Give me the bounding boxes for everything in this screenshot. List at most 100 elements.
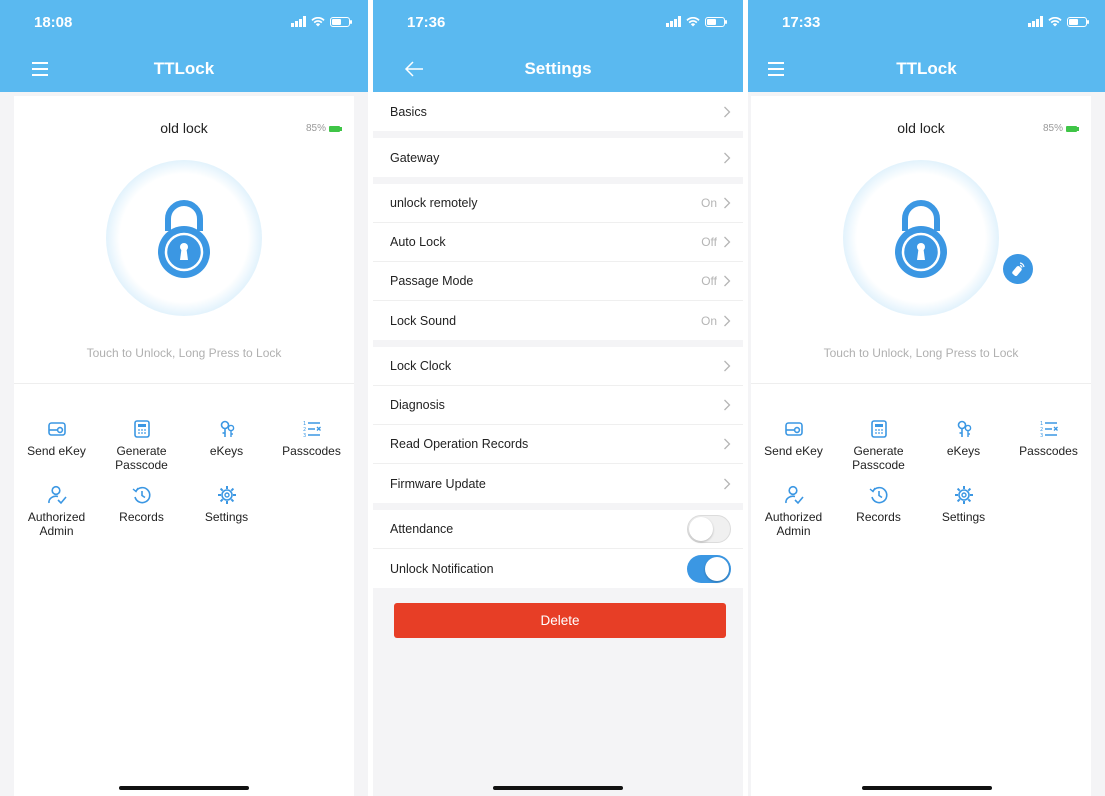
home-indicator[interactable] [119, 786, 249, 790]
send-ekey-label: Send eKey [27, 444, 86, 458]
status-time: 17:36 [407, 14, 446, 31]
setting-label: Auto Lock [390, 235, 446, 249]
chevron-right-icon [724, 197, 731, 209]
setting-row-gateway[interactable]: Gateway [373, 138, 743, 177]
passcodes-button[interactable]: 123 Passcodes [269, 418, 354, 472]
setting-label: unlock remotely [390, 196, 478, 210]
status-bar: 17:33 [748, 0, 1105, 46]
lock-battery-percent: 85% [305, 123, 326, 134]
status-bar: 18:08 [0, 0, 368, 46]
wifi-icon [1048, 16, 1062, 26]
lock-card: old lock 85% Touch to Unlock, Long Press… [751, 96, 1091, 796]
ekeys-label: eKeys [209, 444, 244, 458]
home-indicator[interactable] [493, 786, 623, 790]
setting-row-unlock-notification: Unlock Notification [373, 549, 743, 588]
settings-group-lock-behavior: unlock remotely On Auto Lock Off Passage… [373, 184, 743, 340]
phone-screen-home-2: 17:33 TTLock old lock 85% Touch to Unloc… [748, 0, 1105, 796]
setting-row-lock-clock[interactable]: Lock Clock [373, 347, 743, 386]
app-bar: TTLock [748, 46, 1105, 92]
setting-label: Read Operation Records [390, 437, 529, 451]
app-title: TTLock [896, 59, 957, 78]
settings-list: Basics Gateway unlock remotely On Auto L… [373, 92, 743, 638]
ekeys-button[interactable]: eKeys [184, 418, 269, 472]
lock-button[interactable] [106, 160, 262, 316]
setting-value: Off [701, 274, 717, 288]
lock-name: old lock [160, 120, 208, 136]
setting-row-firmware-update[interactable]: Firmware Update [373, 464, 743, 503]
passcodes-label: Passcodes [1019, 444, 1078, 458]
lock-button[interactable] [843, 160, 1033, 316]
settings-group-basics: Basics [373, 92, 743, 131]
chevron-right-icon [724, 399, 731, 411]
records-button[interactable]: Records [99, 484, 184, 538]
ekeys-button[interactable]: eKeys [921, 418, 1006, 472]
passcodes-button[interactable]: 123 Passcodes [1006, 418, 1091, 472]
phone-screen-settings: 17:36 Settings Basics Gateway unlock rem… [373, 0, 743, 796]
authorized-admin-button[interactable]: Authorized Admin [751, 484, 836, 538]
setting-row-diagnosis[interactable]: Diagnosis [373, 386, 743, 425]
chevron-right-icon [724, 106, 731, 117]
ekeys-icon [957, 420, 971, 437]
key-fob-icon [1012, 262, 1025, 276]
authorized-admin-button[interactable]: Authorized Admin [14, 484, 99, 538]
signal-icon [1028, 16, 1043, 27]
authorized-admin-icon [784, 485, 804, 505]
passcodes-label: Passcodes [282, 444, 341, 458]
authorized-admin-icon [47, 485, 67, 505]
svg-text:3: 3 [303, 433, 306, 439]
feature-grid: Send eKey Generate Passcode eKeys 123 Pa… [14, 418, 354, 538]
settings-gear-icon [217, 486, 236, 504]
setting-label: Lock Clock [390, 359, 452, 373]
chevron-right-icon [724, 315, 731, 326]
unlock-notification-toggle[interactable] [687, 554, 731, 583]
send-ekey-button[interactable]: Send eKey [14, 418, 99, 472]
attendance-toggle[interactable] [687, 515, 731, 543]
lock-battery-percent: 85% [1042, 123, 1063, 134]
passcodes-icon: 123 [303, 421, 321, 439]
settings-gear-icon [954, 486, 973, 504]
records-icon [869, 486, 887, 504]
status-time: 17:33 [782, 14, 821, 31]
system-icons [291, 16, 352, 27]
settings-button[interactable]: Settings [921, 484, 1006, 538]
battery-status-icon [1067, 16, 1089, 27]
authorized-admin-label: Authorized Admin [764, 510, 823, 538]
wifi-icon [311, 16, 325, 26]
settings-label: Settings [941, 510, 986, 524]
settings-button[interactable]: Settings [184, 484, 269, 538]
lock-battery: 85% [1042, 123, 1079, 134]
delete-button[interactable]: Delete [394, 603, 726, 638]
setting-row-passage-mode[interactable]: Passage Mode Off [373, 262, 743, 301]
toggle-knob [689, 517, 713, 541]
setting-row-attendance: Attendance [373, 510, 743, 549]
chevron-right-icon [724, 275, 731, 287]
generate-passcode-label: Generate Passcode [115, 444, 168, 472]
setting-value: On [700, 196, 717, 210]
setting-row-auto-lock[interactable]: Auto Lock Off [373, 223, 743, 262]
records-label: Records [856, 510, 901, 524]
ekeys-icon [220, 420, 234, 437]
send-ekey-button[interactable]: Send eKey [751, 418, 836, 472]
signal-icon [666, 16, 681, 27]
feature-grid: Send eKey Generate Passcode eKeys 123 Pa… [751, 418, 1091, 538]
generate-passcode-icon [870, 420, 887, 438]
settings-group-toggles: Attendance Unlock Notification [373, 510, 743, 588]
chevron-right-icon [724, 152, 731, 163]
home-indicator[interactable] [861, 786, 992, 790]
settings-group-maintenance: Lock Clock Diagnosis Read Operation Reco… [373, 347, 743, 503]
setting-row-unlock-remotely[interactable]: unlock remotely On [373, 184, 743, 223]
unlock-hint: Touch to Unlock, Long Press to Lock [86, 346, 282, 360]
phone-screen-home-1: 18:08 TTLock old lock 85% Touch to Unloc… [0, 0, 368, 796]
generate-passcode-button[interactable]: Generate Passcode [836, 418, 921, 472]
status-time: 18:08 [34, 14, 73, 31]
lock-card: old lock 85% Touch to Unlock, Long Press… [14, 96, 354, 796]
setting-row-basics[interactable]: Basics [373, 92, 743, 131]
padlock-icon [158, 200, 210, 278]
records-button[interactable]: Records [836, 484, 921, 538]
generate-passcode-button[interactable]: Generate Passcode [99, 418, 184, 472]
divider [14, 383, 354, 384]
setting-label: Basics [390, 104, 427, 119]
setting-row-lock-sound[interactable]: Lock Sound On [373, 301, 743, 340]
app-bar: TTLock [0, 46, 368, 92]
setting-row-read-operation-records[interactable]: Read Operation Records [373, 425, 743, 464]
